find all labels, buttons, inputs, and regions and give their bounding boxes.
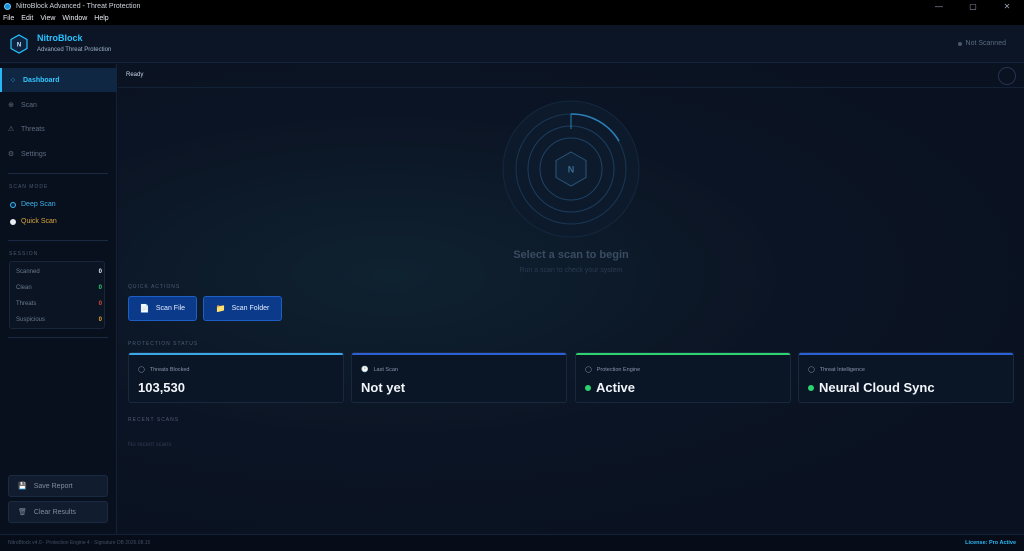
card-value: 103,530 <box>138 380 185 395</box>
prompt-title: Select a scan to begin <box>513 249 629 261</box>
app-icon <box>4 2 11 10</box>
quick-actions-label: QUICK ACTIONS <box>128 284 181 290</box>
sidebar-item-label: Settings <box>21 150 47 158</box>
scan-icon: ⊕ <box>8 102 14 109</box>
status-text: Ready <box>126 72 144 78</box>
menu-bar: File Edit View Window Help <box>0 12 1024 25</box>
file-icon: 📄 <box>139 304 150 313</box>
active-dot-icon <box>808 384 814 391</box>
scan-file-button[interactable]: 📄 Scan File <box>128 296 197 321</box>
shield-icon: ◯ <box>138 367 145 373</box>
spinner-icon <box>998 67 1016 85</box>
recent-scans-label: RECENT SCANS <box>128 417 180 423</box>
hexagon-logo-icon: N <box>10 34 28 54</box>
stat-threats: Threats 0 <box>16 301 102 307</box>
window-titlebar: NitroBlock Advanced - Threat Protection … <box>0 0 1024 12</box>
clear-results-button[interactable]: 🗑 Clear Results <box>8 501 108 523</box>
footer-bar: NitroBlock v4.0 · Protection Engine 4 · … <box>0 534 1024 551</box>
menu-window[interactable]: Window <box>62 15 87 22</box>
clock-icon: 🕐 <box>361 367 369 373</box>
window-title: NitroBlock Advanced - Threat Protection <box>16 2 141 10</box>
license-status: License: Pro Active <box>965 540 1016 546</box>
maximize-button[interactable]: ▢ <box>956 0 990 12</box>
radio-selected-icon <box>10 201 16 208</box>
sidebar-item-label: Dashboard <box>23 76 60 84</box>
stat-suspicious: Suspicious 0 <box>16 317 102 323</box>
radar-scanner-icon: N <box>502 100 640 238</box>
menu-file[interactable]: File <box>3 15 14 22</box>
folder-icon: 📁 <box>215 304 226 313</box>
dashboard-icon: ○ <box>10 76 16 84</box>
trash-icon: 🗑 <box>18 509 27 516</box>
menu-help[interactable]: Help <box>94 15 108 22</box>
divider <box>8 173 108 174</box>
status-bar: Ready <box>118 64 1024 88</box>
status-dot-icon <box>957 41 962 46</box>
save-report-button[interactable]: 💾 Save Report <box>8 475 108 497</box>
radio-label: Deep Scan <box>21 201 56 208</box>
brand-name: NitroBlock <box>37 33 83 43</box>
sidebar-item-label: Scan <box>21 101 37 109</box>
scan-mode-label: SCAN MODE <box>9 184 49 190</box>
sidebar-item-settings[interactable]: ⚙ Settings <box>0 142 117 166</box>
protection-status-label: PROTECTION STATUS <box>128 341 199 347</box>
card-threat-intelligence: ◯ Threat Intelligence Neural Cloud Sync <box>798 352 1014 403</box>
divider <box>8 240 108 241</box>
session-label: SESSION <box>9 251 39 257</box>
radio-label: Quick Scan <box>21 218 57 225</box>
recent-scans-empty: No recent scans <box>128 442 172 448</box>
cloud-icon: ◯ <box>808 367 815 373</box>
warning-icon: ⚠ <box>7 126 15 133</box>
divider <box>8 337 108 338</box>
svg-text:N: N <box>568 165 575 175</box>
minimize-button[interactable]: — <box>922 0 956 12</box>
menu-view[interactable]: View <box>40 15 55 22</box>
prompt-subtitle: Run a scan to check your system <box>519 267 623 274</box>
sidebar-item-scan[interactable]: ⊕ Scan <box>0 93 117 117</box>
scan-state-text: Not Scanned <box>965 40 1006 47</box>
card-protection-engine: ◯ Protection Engine Active <box>575 352 791 403</box>
stat-clean: Clean 0 <box>16 285 102 291</box>
gear-icon: ⚙ <box>7 151 15 158</box>
card-value: Neural Cloud Sync <box>819 380 935 395</box>
scan-state-indicator: Not Scanned <box>957 40 1006 47</box>
sidebar-item-label: Threats <box>21 125 45 133</box>
close-button[interactable]: ✕ <box>990 0 1024 12</box>
main-panel: Ready N Select a scan to begin Run a sca… <box>118 64 1024 534</box>
active-dot-icon <box>585 384 591 391</box>
sidebar: ○ Dashboard ⊕ Scan ⚠ Threats ⚙ Settings … <box>0 64 117 534</box>
app-header: N NitroBlock Advanced Threat Protection … <box>0 25 1024 63</box>
sidebar-item-dashboard[interactable]: ○ Dashboard <box>0 68 117 92</box>
menu-edit[interactable]: Edit <box>21 15 33 22</box>
card-threats-blocked: ◯ Threats Blocked 103,530 <box>128 352 344 403</box>
radio-quick-scan[interactable]: Quick Scan <box>10 218 57 225</box>
brand-subtitle: Advanced Threat Protection <box>37 47 112 53</box>
card-value: Not yet <box>361 380 406 395</box>
radio-deep-scan[interactable]: Deep Scan <box>10 201 56 208</box>
scan-folder-button[interactable]: 📁 Scan Folder <box>203 296 282 321</box>
stat-scanned: Scanned 0 <box>16 269 102 275</box>
radio-unselected-icon <box>10 218 16 225</box>
version-info: NitroBlock v4.0 · Protection Engine 4 · … <box>8 540 151 546</box>
session-stats: Scanned 0 Clean 0 Threats 0 Suspicious 0 <box>9 261 105 329</box>
engine-icon: ◯ <box>585 367 592 373</box>
sidebar-item-threats[interactable]: ⚠ Threats <box>0 117 117 141</box>
card-value: Active <box>596 380 636 395</box>
save-icon: 💾 <box>18 483 27 490</box>
svg-text:N: N <box>17 43 21 49</box>
card-last-scan: 🕐 Last Scan Not yet <box>351 352 567 403</box>
